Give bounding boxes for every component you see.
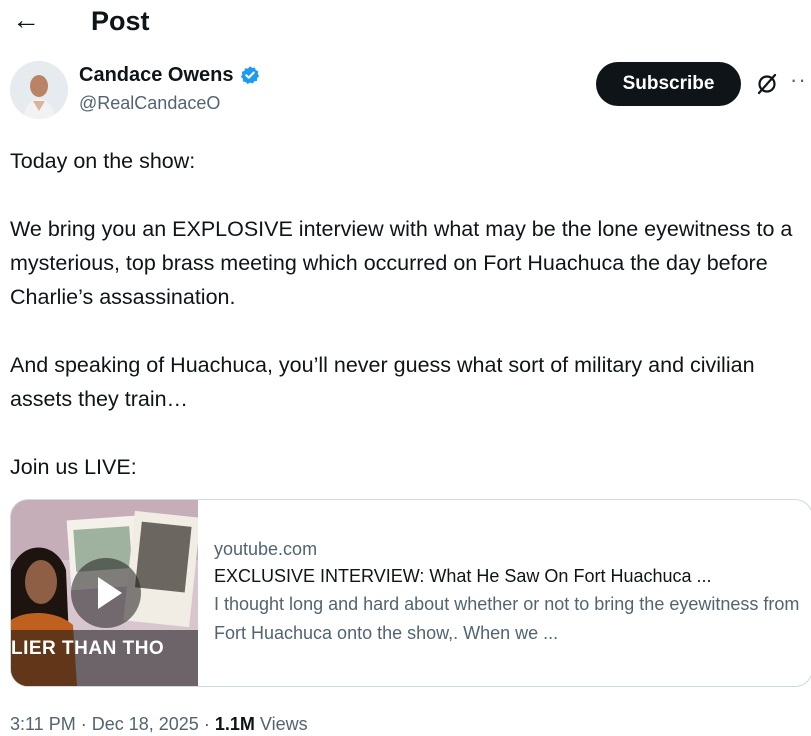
avatar[interactable] bbox=[10, 61, 68, 119]
views-label: Views bbox=[259, 714, 308, 734]
author-name[interactable]: Candace Owens bbox=[79, 63, 260, 87]
left-arrow-icon[interactable]: ← bbox=[12, 4, 40, 36]
page-title: Post bbox=[91, 6, 150, 36]
post-date[interactable]: Dec 18, 2025 bbox=[92, 714, 199, 734]
card-domain: youtube.com bbox=[214, 539, 318, 559]
link-preview-card[interactable]: LIER THAN THO youtube.com EXCLUSIVE INTE… bbox=[10, 499, 811, 687]
meta-separator: · bbox=[203, 714, 210, 734]
subscribe-button[interactable]: Subscribe bbox=[596, 62, 741, 106]
card-info: youtube.com EXCLUSIVE INTERVIEW: What He… bbox=[214, 536, 804, 648]
slashed-circle-icon[interactable] bbox=[755, 72, 779, 96]
post-time[interactable]: 3:11 PM bbox=[10, 714, 76, 734]
post-line: Today on the show: bbox=[10, 149, 196, 173]
post-line: And speaking of Huachuca, you’ll never g… bbox=[10, 353, 755, 411]
post-body: Today on the show: We bring you an EXPLO… bbox=[10, 144, 805, 484]
more-horizontal-icon[interactable]: ·· bbox=[790, 68, 807, 92]
post-line: Join us LIVE: bbox=[10, 455, 137, 479]
video-thumbnail[interactable]: LIER THAN THO bbox=[11, 500, 198, 686]
author-handle[interactable]: @RealCandaceO bbox=[79, 91, 220, 115]
play-icon[interactable] bbox=[71, 558, 141, 628]
views-count: 1.1M bbox=[214, 714, 255, 734]
post-meta: 3:11 PM · Dec 18, 2025 · 1.1M Views bbox=[10, 712, 308, 736]
thumbnail-caption: LIER THAN THO bbox=[11, 638, 165, 659]
post-line: We bring you an EXPLOSIVE interview with… bbox=[10, 217, 793, 309]
card-description: I thought long and hard about whether or… bbox=[214, 594, 800, 643]
verified-badge-icon bbox=[240, 66, 259, 84]
post-header: ← Post bbox=[0, 0, 811, 44]
meta-separator: · bbox=[80, 714, 87, 734]
author-name-text: Candace Owens bbox=[79, 64, 234, 86]
card-title: EXCLUSIVE INTERVIEW: What He Saw On Fort… bbox=[214, 566, 712, 586]
